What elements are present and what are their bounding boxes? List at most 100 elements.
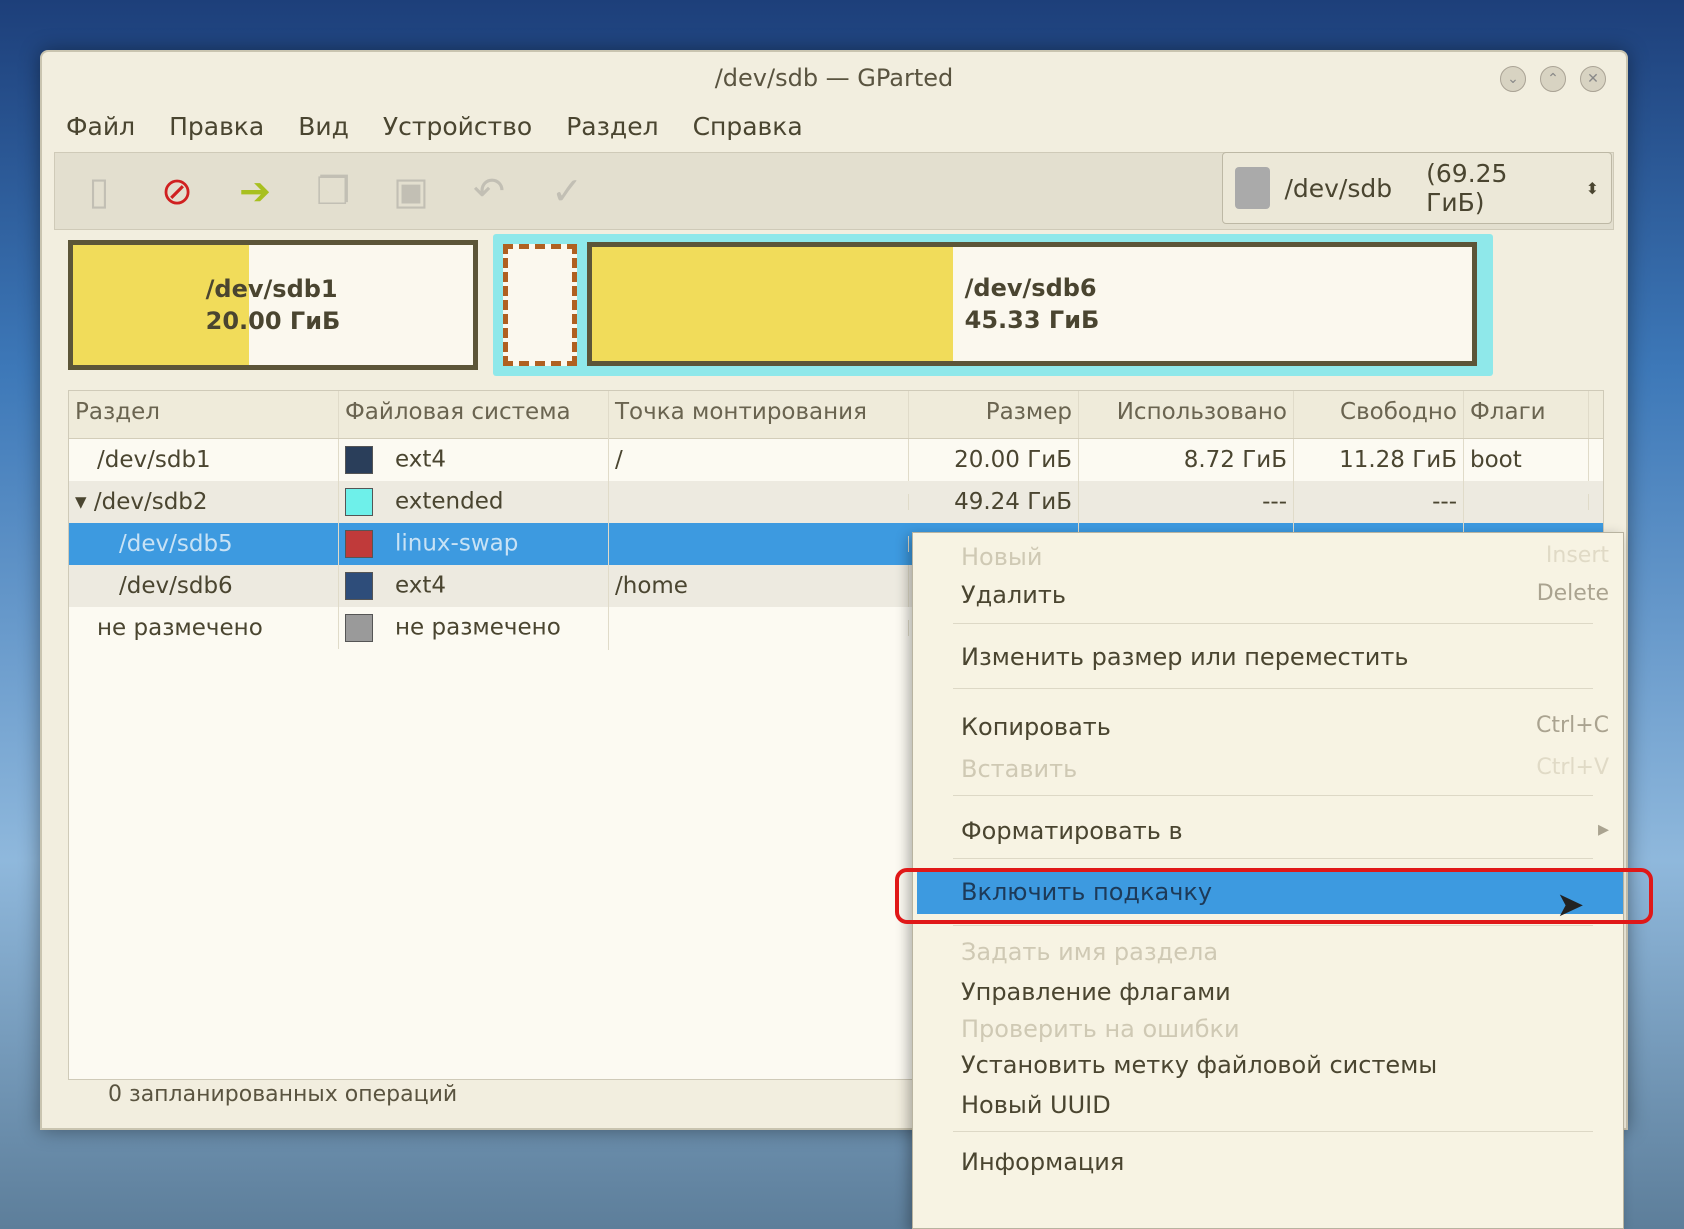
shortcut: Ctrl+C [1536, 713, 1609, 738]
menu-help[interactable]: Справка [693, 112, 803, 141]
fs-color-swatch [345, 530, 373, 558]
menu-item-delete[interactable]: Удалить Delete [961, 581, 1609, 609]
menu-item-flags[interactable]: Управление флагами [961, 978, 1609, 1006]
label: Управление флагами [961, 978, 1231, 1006]
apply-icon[interactable]: ✓ [543, 167, 591, 215]
cell-used: 8.72 ГиБ [1079, 439, 1294, 481]
menu-file[interactable]: Файл [66, 112, 135, 141]
cell-partition: не размечено [69, 607, 339, 649]
fs-color-swatch [345, 614, 373, 642]
partition-name: /dev/sdb1 [97, 447, 211, 473]
label: Вставить [961, 755, 1078, 783]
disk-part-sdb6[interactable]: /dev/sdb6 45.33 ГиБ [587, 242, 1477, 366]
menu-item-label[interactable]: Установить метку файловой системы [961, 1051, 1609, 1079]
menu-view[interactable]: Вид [298, 112, 349, 141]
label: Удалить [961, 581, 1066, 609]
cell-filesystem: не размечено [339, 606, 609, 650]
fs-name: не размечено [395, 614, 561, 641]
fs-color-swatch [345, 572, 373, 600]
highlight-annotation [895, 868, 1653, 924]
shortcut: Insert [1545, 543, 1609, 568]
menu-item-copy[interactable]: Копировать Ctrl+C [961, 713, 1609, 741]
part-name: /dev/sdb1 [205, 275, 338, 303]
menu-partition[interactable]: Раздел [566, 112, 658, 141]
resize-icon[interactable]: ➔ [231, 167, 279, 215]
menu-item-resize[interactable]: Изменить размер или переместить [961, 643, 1609, 671]
col-filesystem[interactable]: Файловая система [339, 391, 609, 438]
disk-part-sdb1[interactable]: /dev/sdb1 20.00 ГиБ [68, 240, 478, 370]
cell-partition: ▾ /dev/sdb2 [69, 481, 339, 523]
expander-icon[interactable]: ▾ [75, 489, 94, 515]
menu-item-info[interactable]: Информация [961, 1148, 1609, 1176]
cell-partition: /dev/sdb6 [69, 565, 339, 607]
label: Новый UUID [961, 1091, 1111, 1119]
fs-name: ext4 [395, 446, 447, 473]
cell-free: 11.28 ГиБ [1294, 439, 1464, 481]
disk-part-extended[interactable]: /dev/sdb6 45.33 ГиБ [493, 234, 1493, 376]
disk-part-sdb5[interactable] [503, 244, 577, 366]
label: Новый [961, 543, 1043, 571]
copy-icon[interactable]: ❐ [309, 167, 357, 215]
label: Задать имя раздела [961, 938, 1219, 966]
cell-mount [609, 494, 909, 510]
menu-item-uuid[interactable]: Новый UUID [961, 1091, 1609, 1119]
col-flags[interactable]: Флаги [1464, 391, 1589, 438]
window-title: /dev/sdb — GParted [714, 64, 954, 92]
close-button[interactable]: ✕ [1580, 66, 1606, 92]
partition-name: /dev/sdb5 [119, 531, 233, 557]
cell-mount: / [609, 439, 909, 481]
part-name: /dev/sdb6 [964, 274, 1097, 302]
disk-icon [1235, 167, 1271, 209]
col-free[interactable]: Свободно [1294, 391, 1464, 438]
label: Проверить на ошибки [961, 1015, 1240, 1043]
cell-free: --- [1294, 481, 1464, 523]
status-text: 0 запланированных операций [108, 1082, 458, 1107]
cell-filesystem: linux-swap [339, 522, 609, 566]
table-row[interactable]: ▾ /dev/sdb2 extended 49.24 ГиБ --- --- [69, 480, 1603, 524]
menu-device[interactable]: Устройство [383, 112, 532, 141]
part-size: 20.00 ГиБ [205, 307, 341, 335]
col-used[interactable]: Использовано [1079, 391, 1294, 438]
cell-partition: /dev/sdb1 [69, 439, 339, 481]
fs-name: linux-swap [395, 530, 519, 557]
cell-partition: /dev/sdb5 [69, 523, 339, 565]
menu-item-paste[interactable]: Вставить Ctrl+V [961, 755, 1609, 783]
device-selector[interactable]: /dev/sdb (69.25 ГиБ) ⬍ [1222, 152, 1612, 224]
fs-color-swatch [345, 488, 373, 516]
table-row[interactable]: /dev/sdb1 ext4 / 20.00 ГиБ 8.72 ГиБ 11.2… [69, 438, 1603, 482]
cell-mount [609, 620, 909, 636]
paste-icon[interactable]: ▣ [387, 167, 435, 215]
cell-flags: boot [1464, 439, 1589, 481]
menu-item-new[interactable]: Новый Insert [961, 543, 1609, 571]
partition-name: /dev/sdb2 [93, 489, 208, 515]
menu-item-check[interactable]: Проверить на ошибки [961, 1015, 1609, 1043]
mouse-cursor-icon: ➤ [1556, 885, 1585, 925]
menu-edit[interactable]: Правка [169, 112, 264, 141]
menubar: Файл Правка Вид Устройство Раздел Справк… [66, 112, 803, 141]
submenu-arrow-icon: ▸ [1597, 817, 1609, 842]
col-partition[interactable]: Раздел [69, 391, 339, 438]
fs-color-swatch [345, 446, 373, 474]
device-size: (69.25 ГиБ) [1426, 159, 1508, 217]
cell-size: 49.24 ГиБ [909, 481, 1079, 523]
label: Копировать [961, 713, 1111, 741]
maximize-button[interactable]: ⌃ [1540, 66, 1566, 92]
col-mountpoint[interactable]: Точка монтирования [609, 391, 909, 438]
label: Установить метку файловой системы [961, 1051, 1438, 1079]
table-header: Раздел Файловая система Точка монтирован… [69, 391, 1603, 439]
menu-item-format[interactable]: Форматировать в ▸ [961, 817, 1609, 845]
new-icon[interactable]: ▯ [75, 167, 123, 215]
minimize-button[interactable]: ⌄ [1500, 66, 1526, 92]
disk-map: /dev/sdb1 20.00 ГиБ /dev/sdb6 45.33 ГиБ [68, 234, 1586, 384]
menu-item-name-partition[interactable]: Задать имя раздела [961, 938, 1609, 966]
col-size[interactable]: Размер [909, 391, 1079, 438]
cell-filesystem: ext4 [339, 438, 609, 482]
shortcut: Ctrl+V [1536, 755, 1609, 780]
cell-filesystem: extended [339, 480, 609, 524]
label: Форматировать в [961, 817, 1183, 845]
undo-icon[interactable]: ↶ [465, 167, 513, 215]
label: Информация [961, 1148, 1125, 1176]
cell-mount: /home [609, 565, 909, 607]
delete-icon[interactable]: ⊘ [153, 167, 201, 215]
label: Изменить размер или переместить [961, 643, 1409, 671]
